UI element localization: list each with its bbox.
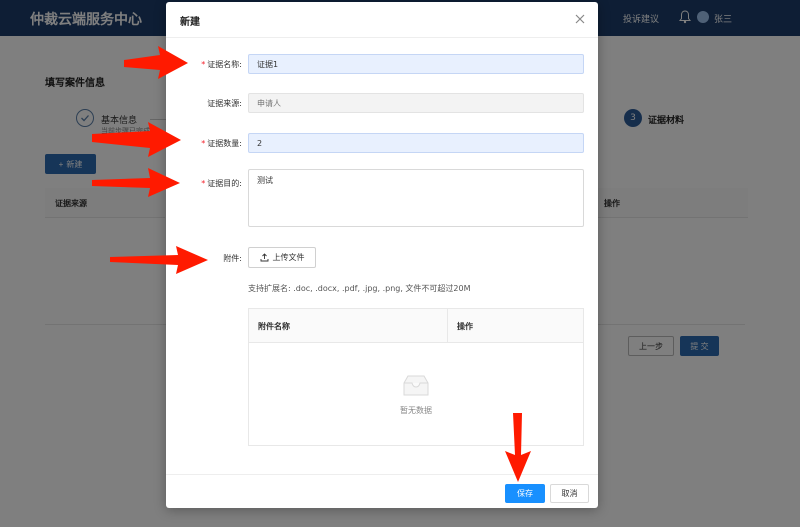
upload-file-button[interactable]: 上传文件: [248, 247, 316, 268]
column-separator: [447, 309, 448, 342]
attachment-label: 附件:: [223, 254, 242, 263]
new-evidence-dialog: 新建 *证据名称: 证据来源: *证据数量: *证据目的: 测试 附件: 上传文…: [166, 2, 598, 508]
close-icon[interactable]: [573, 12, 587, 26]
dialog-footer: 保存 取消: [166, 474, 598, 508]
evidence-purpose-textarea[interactable]: 测试: [248, 169, 584, 227]
attachment-table: 附件名称 操作 暂无数据: [248, 308, 584, 446]
dialog-title: 新建: [180, 17, 200, 28]
name-label: * 证据名称:: [201, 60, 242, 69]
upload-hint: 支持扩展名: .doc, .docx, .pdf, .jpg, .png, 文件…: [248, 284, 471, 293]
cancel-button[interactable]: 取消: [550, 484, 589, 503]
evidence-count-input[interactable]: [248, 133, 584, 153]
attachment-table-header: 附件名称 操作: [249, 309, 583, 343]
upload-icon: [260, 253, 268, 262]
evidence-source-input: [248, 93, 584, 113]
required-mark: *: [201, 139, 206, 148]
col-attachment-ops: 操作: [457, 322, 473, 331]
required-mark: *: [201, 179, 206, 188]
required-mark: *: [201, 60, 206, 69]
empty-inbox-icon: [403, 375, 429, 396]
col-attachment-name: 附件名称: [258, 322, 290, 331]
empty-text: 暂无数据: [400, 406, 432, 415]
save-button[interactable]: 保存: [505, 484, 545, 503]
source-label: 证据来源:: [207, 99, 242, 108]
count-label: * 证据数量:: [201, 139, 242, 148]
upload-button-label: 上传文件: [272, 253, 305, 262]
evidence-name-input[interactable]: [248, 54, 584, 74]
dialog-header: 新建: [166, 2, 598, 38]
purpose-label: * 证据目的:: [201, 179, 242, 188]
